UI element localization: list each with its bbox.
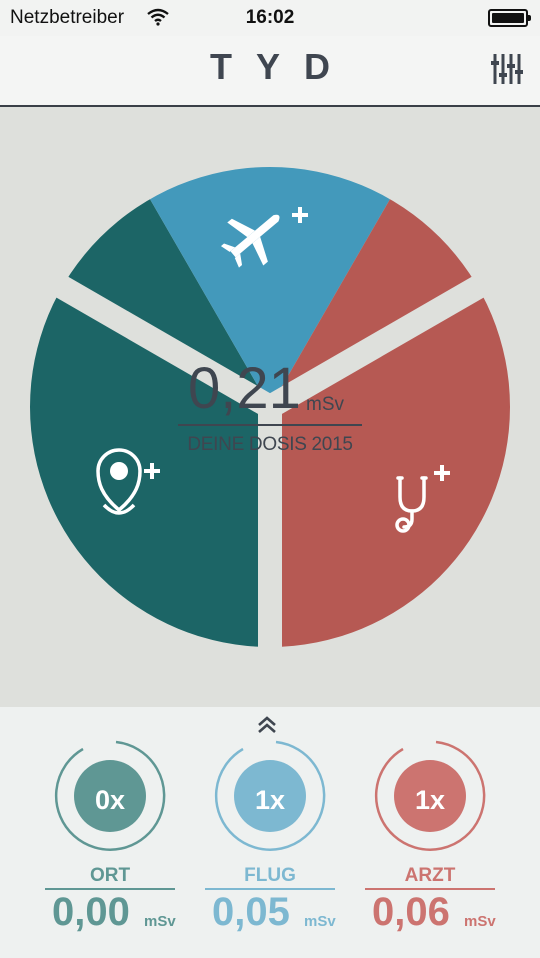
stat-count: 0x xyxy=(94,785,126,815)
app-logo: TYD xyxy=(210,46,354,87)
total-dose-unit: mSv xyxy=(306,394,344,415)
total-dose-value: 0,21 xyxy=(188,356,301,421)
stat-label: ORT xyxy=(89,865,131,886)
nav-bar: TYD xyxy=(0,36,540,105)
stat-unit: mSv xyxy=(464,913,496,930)
stat-label: FLUG xyxy=(244,865,296,886)
status-time: 16:02 xyxy=(245,7,295,28)
settings-sliders-icon[interactable] xyxy=(490,52,524,86)
status-bar: Netzbetreiber 16:02 xyxy=(0,0,540,36)
stat-value: 0,00 xyxy=(52,890,130,934)
stat-flug[interactable]: 1x FLUG 0,05 mSv xyxy=(190,740,350,950)
stat-unit: mSv xyxy=(304,913,336,930)
stat-value: 0,06 xyxy=(372,890,450,934)
stat-ort[interactable]: 0x ORT 0,00 mSv xyxy=(30,740,190,950)
chevron-up-icon[interactable] xyxy=(256,716,278,734)
stat-count: 1x xyxy=(254,785,286,815)
stat-arzt[interactable]: 1x ARZT 0,06 mSv xyxy=(350,740,510,950)
stat-label: ARZT xyxy=(404,865,456,886)
stat-unit: mSv xyxy=(144,913,176,930)
stat-count: 1x xyxy=(414,785,446,815)
battery-icon xyxy=(488,9,531,27)
dose-divider xyxy=(178,424,362,426)
stat-value: 0,05 xyxy=(212,890,290,934)
dose-label: DEINE DOSIS 2015 xyxy=(187,434,353,455)
